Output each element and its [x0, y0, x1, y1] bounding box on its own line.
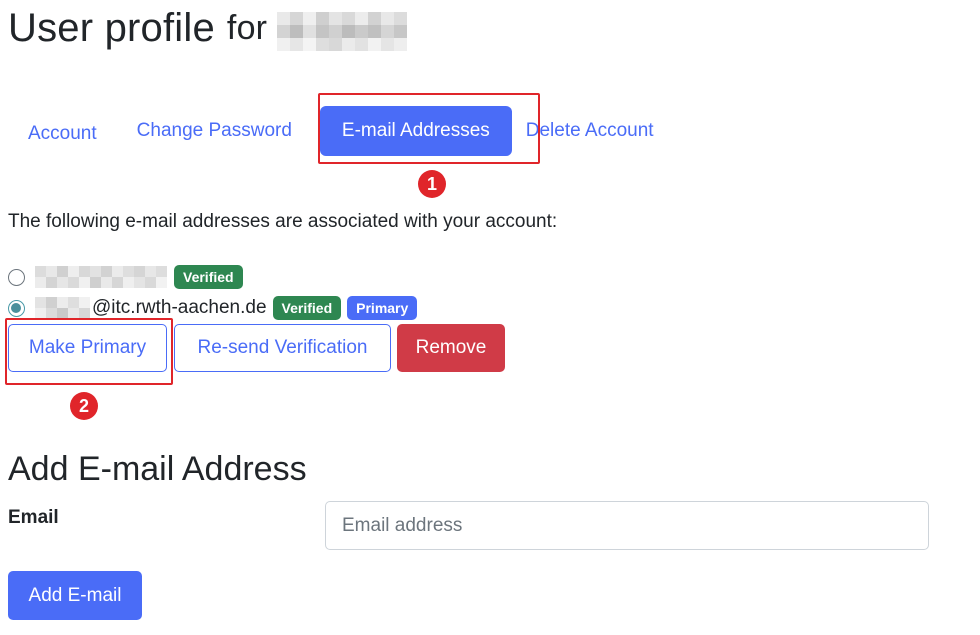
- email-row: Verified: [8, 265, 243, 289]
- email-list-intro: The following e-mail addresses are assoc…: [8, 211, 558, 232]
- verified-badge: Verified: [272, 296, 342, 320]
- page-title-for: for: [226, 9, 268, 47]
- step-marker-2: 2: [70, 392, 98, 420]
- make-primary-button[interactable]: Make Primary: [8, 324, 167, 372]
- redacted-email-address: [35, 266, 167, 288]
- tab-delete-account[interactable]: Delete Account: [520, 120, 674, 142]
- tab-email-addresses[interactable]: E-mail Addresses: [319, 106, 512, 156]
- primary-badge: Primary: [347, 296, 418, 320]
- redacted-email-local-part: [35, 297, 90, 319]
- email-address-text: @itc.rwth-aachen.de: [92, 297, 267, 318]
- page-title: User profile for: [8, 6, 408, 51]
- tab-account[interactable]: Account: [8, 123, 117, 145]
- email-field-label: Email: [8, 507, 59, 528]
- remove-button[interactable]: Remove: [397, 324, 505, 372]
- add-email-button[interactable]: Add E-mail: [8, 571, 142, 620]
- email-row: @itc.rwth-aachen.de Verified Primary: [8, 296, 418, 320]
- add-email-title: Add E-mail Address: [8, 450, 307, 488]
- step-marker-1: 1: [418, 170, 446, 198]
- redacted-username: [277, 12, 408, 51]
- profile-tabs: Account Change Password E-mail Addresses…: [8, 100, 674, 162]
- verified-badge: Verified: [174, 265, 243, 289]
- tab-change-password[interactable]: Change Password: [117, 120, 312, 142]
- email-radio-selected[interactable]: [8, 299, 25, 317]
- resend-verification-button[interactable]: Re-send Verification: [174, 324, 391, 372]
- page-title-text: User profile: [8, 6, 215, 50]
- email-radio[interactable]: [8, 268, 25, 286]
- email-input[interactable]: [325, 501, 929, 550]
